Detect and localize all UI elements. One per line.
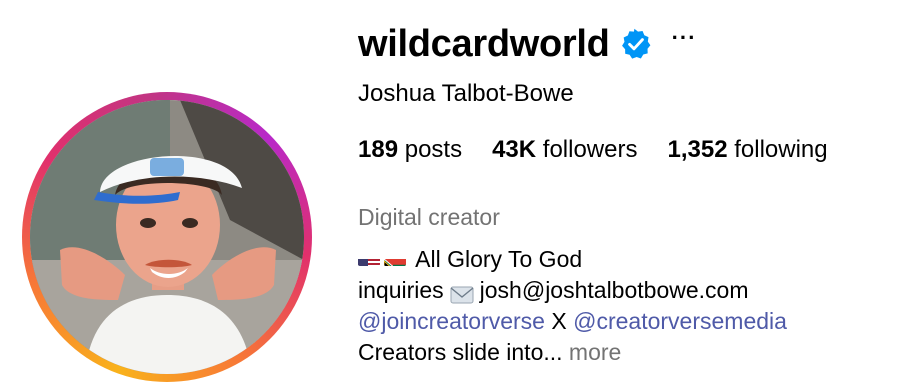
stat-followers-label: followers — [536, 136, 638, 163]
mention-joincreatorverse[interactable]: @joincreatorverse — [358, 308, 545, 334]
bio-truncated-text: Creators slide into... — [358, 339, 569, 365]
stat-following[interactable]: 1,352 following — [667, 136, 827, 164]
bio-line-2: inquiries josh@joshtalbotbowe.com — [358, 275, 787, 306]
profile-bio: All Glory To God inquiries josh@joshtalb… — [358, 244, 787, 368]
bio-line-4: Creators slide into... more — [358, 337, 787, 368]
stat-posts[interactable]: 189 posts — [358, 136, 462, 164]
bio-inquiries-label: inquiries — [358, 277, 444, 303]
profile-stats: 189 posts 43K followers 1,352 following — [358, 136, 858, 164]
bio-email: josh@joshtalbotbowe.com — [479, 277, 749, 303]
username-row: wildcardworld ··· — [358, 22, 697, 66]
envelope-icon — [450, 281, 474, 304]
us-flag-icon — [358, 251, 380, 267]
bio-more-link[interactable]: more — [569, 339, 621, 365]
stat-following-count: 1,352 — [667, 136, 728, 163]
stat-posts-count: 189 — [358, 136, 399, 163]
verified-badge-icon — [620, 28, 652, 60]
profile-category: Digital creator — [358, 204, 500, 230]
stat-posts-label: posts — [398, 136, 463, 163]
profile-full-name: Joshua Talbot-Bowe — [358, 80, 574, 107]
mention-creatorversemedia[interactable]: @creatorversemedia — [573, 308, 787, 334]
profile-username: wildcardworld — [358, 22, 610, 65]
profile-avatar-story-ring[interactable] — [22, 92, 312, 382]
more-options-icon[interactable]: ··· — [672, 27, 697, 49]
bio-faith-text: All Glory To God — [415, 246, 583, 272]
stat-followers-count: 43K — [492, 136, 537, 163]
bio-line-1: All Glory To God — [358, 244, 787, 275]
avatar-photo — [30, 100, 304, 374]
profile-avatar[interactable] — [30, 100, 304, 374]
bio-line-3: @joincreatorverse X @creatorversemedia — [358, 306, 787, 337]
south-africa-flag-icon — [384, 251, 406, 267]
bio-separator: X — [544, 308, 574, 334]
stat-followers[interactable]: 43K followers — [492, 136, 637, 164]
stat-following-label: following — [727, 136, 828, 163]
